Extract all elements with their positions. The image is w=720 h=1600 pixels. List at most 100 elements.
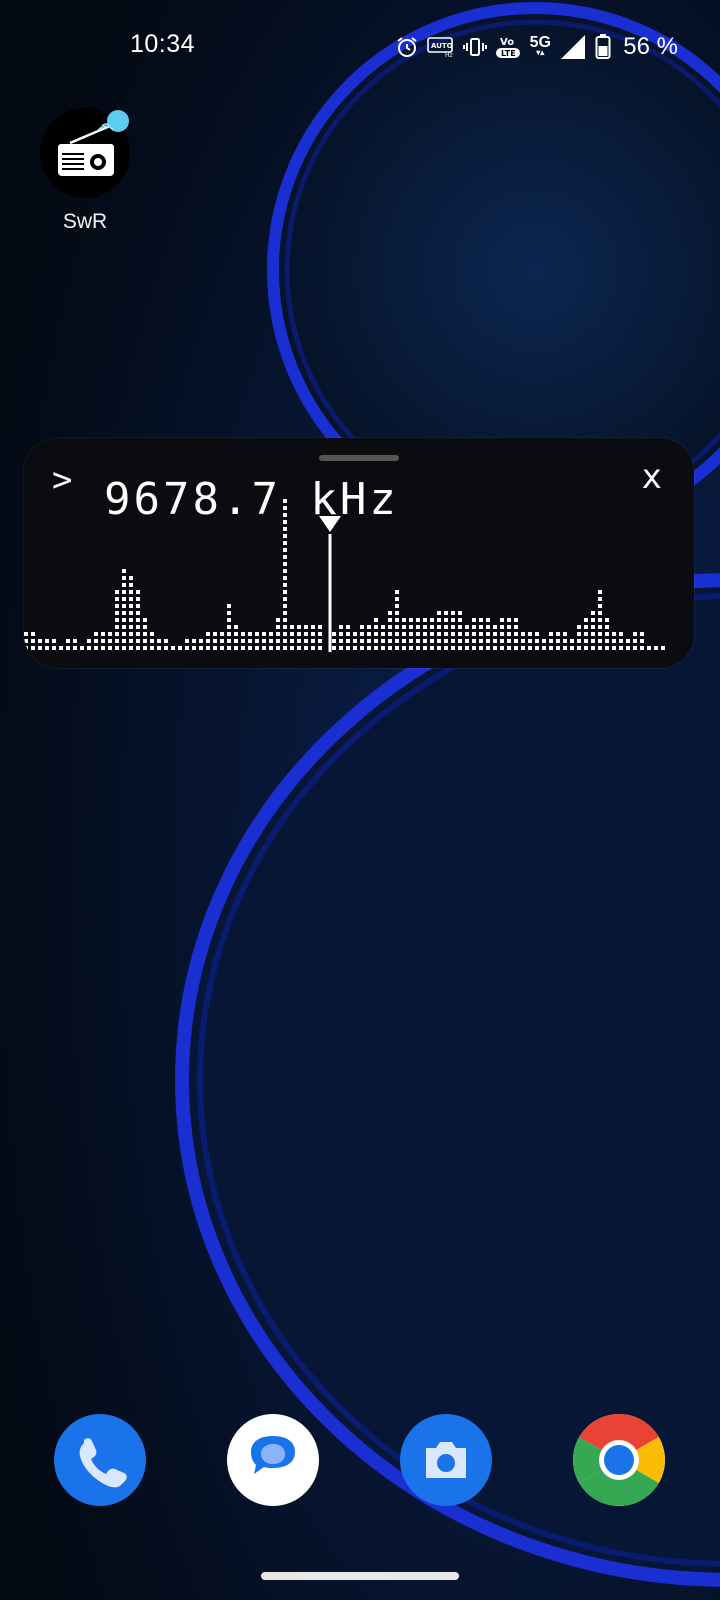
spectrum-bar [234,625,238,650]
spectrum-bar [276,618,280,650]
spectrum-bar [255,632,259,650]
spectrum-bar [45,639,49,650]
spectrum-display[interactable] [24,438,694,668]
svg-text:AUTO: AUTO [431,42,453,50]
alarm-icon [397,37,417,57]
spectrum-bar [395,590,399,650]
spectrum-bar [612,632,616,650]
spectrum-bar [591,611,595,650]
spectrum-bar [157,639,161,650]
dock-phone[interactable] [54,1414,146,1506]
dock-messages[interactable] [227,1414,319,1506]
camera-icon [426,1442,466,1478]
spectrum-bar [73,639,77,650]
spectrum-bar [108,632,112,650]
spectrum-bar [248,632,252,650]
auto-hz-icon: AUTO Hz [427,37,454,58]
spectrum-bar [444,611,448,650]
spectrum-bar [584,618,588,650]
frequency-display: 9678.7 kHz [104,474,399,525]
spectrum-bar [143,618,147,650]
tuner-marker-line[interactable] [328,534,332,652]
spectrum-bar [598,590,602,650]
drag-handle[interactable] [319,455,399,461]
wallpaper [0,0,720,1600]
spectrum-bar [192,639,196,650]
spectrum-bar [367,625,371,650]
gesture-nav-handle[interactable] [261,1572,459,1580]
spectrum-bar [304,625,308,650]
spectrum-bar [430,618,434,650]
spectrum-bar [535,632,539,650]
spectrum-bar [619,632,623,650]
spectrum-bar [241,632,245,650]
spectrum-bar [409,618,413,650]
spectrum-bar [136,590,140,650]
spectrum-bar [493,625,497,650]
spectrum-bar [115,590,119,650]
svg-text:LTE: LTE [501,49,516,58]
spectrum-bar [269,632,273,650]
battery-icon [595,34,611,59]
expand-button[interactable]: > [52,463,72,497]
spectrum-bar [122,569,126,650]
spectrum-bar [633,632,637,650]
spectrum-bar [507,618,511,650]
spectrum-bar [500,618,504,650]
network-type: 5G ▾▴ [529,34,551,57]
dock-chrome[interactable] [573,1414,665,1506]
spectrum-bar [311,625,315,650]
spectrum-bar [164,639,168,650]
spectrum-bar [318,625,322,650]
spectrum-bar [59,646,63,650]
vibrate-icon [463,38,488,56]
spectrum-bar [640,632,644,650]
spectrum-bar [451,611,455,650]
spectrum-bar [605,618,609,650]
spectrum-bar [185,639,189,650]
svg-text:Vo: Vo [500,37,514,48]
spectrum-bar [549,632,553,650]
chrome-icon [573,1414,665,1506]
spectrum-bar [416,618,420,650]
radio-icon [40,108,130,198]
spectrum-bar [262,632,266,650]
app-label: SwR [62,210,108,233]
spectrum-bar [458,611,462,650]
spectrum-bar [346,625,350,650]
spectrum-bar [374,618,378,650]
status-time: 10:34 [130,30,196,58]
spectrum-bar [465,625,469,650]
spectrum-bar [24,632,28,650]
spectrum-bar [199,639,203,650]
spectrum-bar [66,639,70,650]
spectrum-bar [577,625,581,650]
spectrum-bar [521,632,525,650]
spectrum-bar [528,632,532,650]
svg-text:Hz: Hz [445,52,453,58]
dock-camera[interactable] [400,1414,492,1506]
swr-widget[interactable]: > x 9678.7 kHz [24,438,694,668]
volte-icon: Vo LTE [496,37,521,58]
messages-icon [251,1436,295,1474]
spectrum-bar [647,646,651,650]
spectrum-bar [514,618,518,650]
spectrum-bar [381,625,385,650]
app-swr[interactable]: SwR [38,108,132,234]
battery-percent: 56 % [623,33,678,60]
signal-icon [561,35,586,59]
spectrum-bar [38,639,42,650]
spectrum-bar [437,611,441,650]
spectrum-bar [129,576,133,650]
spectrum-bar [150,632,154,650]
close-button[interactable]: x [642,460,662,494]
spectrum-bar [213,632,217,650]
spectrum-bar [402,618,406,650]
spectrum-bar [654,646,658,650]
spectrum-bar [80,646,84,650]
spectrum-bar [339,625,343,650]
status-icons: AUTO Hz Vo LTE 5G ▾▴ 56 % [395,30,678,64]
spectrum-bar [227,604,231,650]
spectrum-bar [542,639,546,650]
spectrum-bar [332,632,336,650]
